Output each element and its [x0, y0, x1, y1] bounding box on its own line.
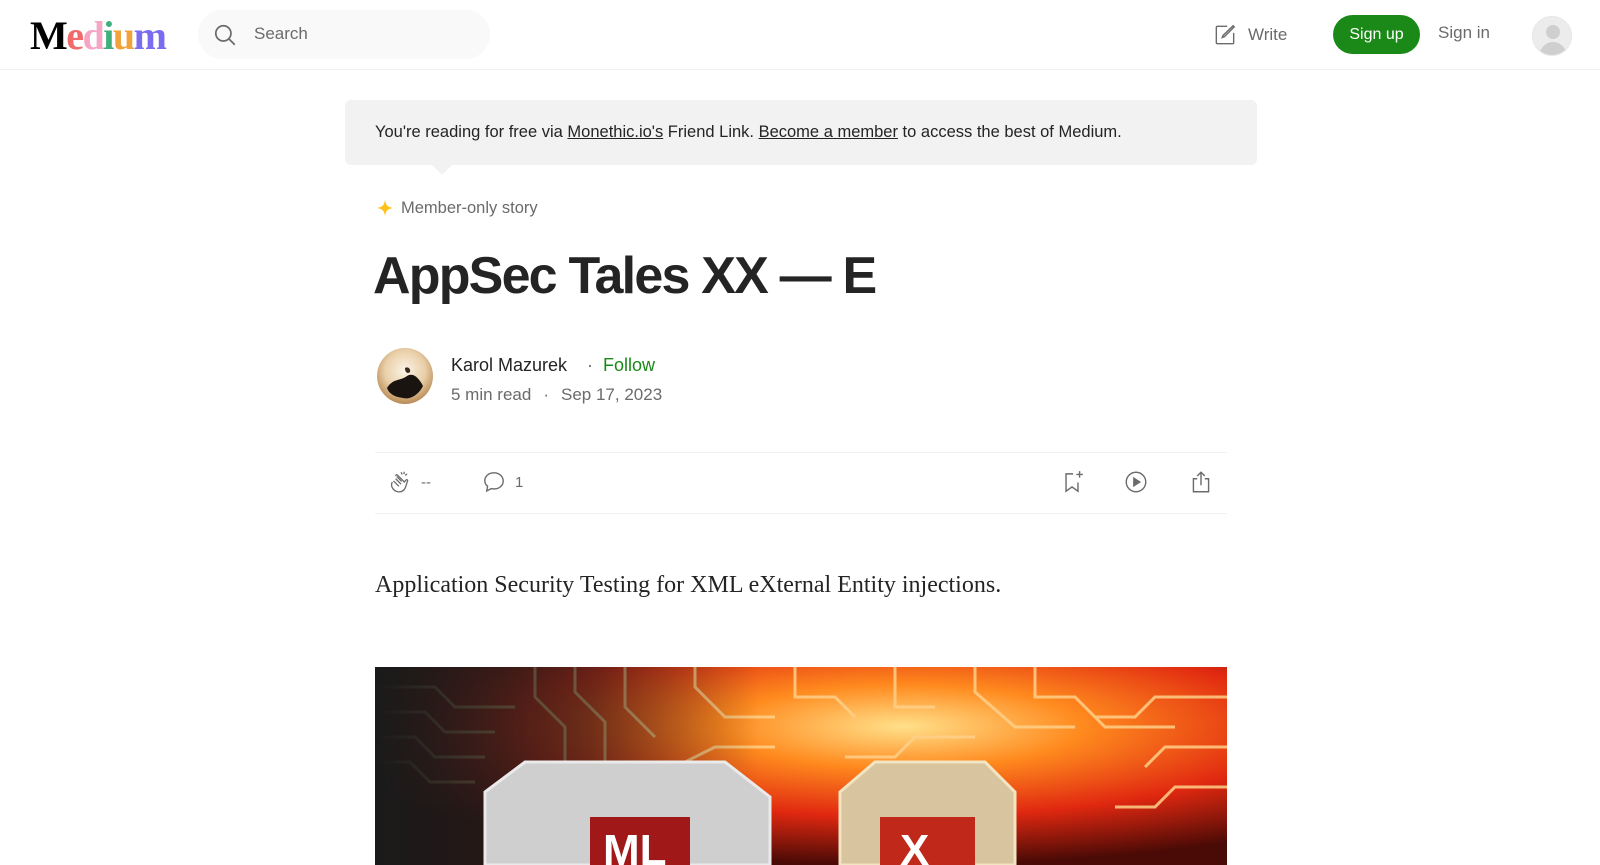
sign-up-button[interactable]: Sign up: [1333, 15, 1420, 54]
medium-logo[interactable]: Medium: [30, 13, 167, 58]
svg-text:X: X: [900, 826, 929, 865]
write-icon: [1215, 24, 1236, 45]
separator-dot: ·: [543, 385, 549, 404]
comment-icon: [484, 472, 504, 493]
bookmark-icon: [1065, 471, 1083, 493]
play-icon: [1125, 471, 1147, 493]
member-only-text: Member-only story: [401, 198, 538, 217]
comment-count: 1: [515, 473, 524, 491]
banner-prefix: You're reading for free via: [375, 123, 568, 141]
article-meta: 5 min read · Sep 17, 2023: [451, 385, 662, 405]
sign-up-label: Sign up: [1349, 25, 1404, 43]
search-box[interactable]: [198, 10, 490, 59]
user-avatar-icon[interactable]: [1532, 16, 1572, 56]
bookmark-button[interactable]: [1059, 469, 1085, 495]
article-action-bar: -- 1: [375, 452, 1227, 514]
comment-button[interactable]: 1: [481, 469, 523, 495]
banner-notch: [432, 155, 452, 175]
hero-image: ML X: [375, 667, 1227, 865]
search-icon: [214, 24, 236, 46]
star-icon: [376, 199, 394, 217]
logo-letter: M: [30, 13, 68, 58]
article-subtitle: Application Security Testing for XML eXt…: [375, 572, 1002, 598]
top-navigation: Medium Write Sign up Sign in: [0, 0, 1600, 70]
become-member-link[interactable]: Become a member: [759, 123, 898, 141]
banner-text: You're reading for free via Monethic.io'…: [375, 123, 1122, 142]
logo-letter: d: [82, 13, 105, 58]
author-name[interactable]: Karol Mazurek: [451, 355, 567, 376]
monethic-link[interactable]: Monethic.io's: [567, 123, 663, 141]
article-title: AppSec Tales XX — E: [373, 247, 877, 305]
logo-letter: u: [112, 13, 135, 58]
search-input[interactable]: [254, 22, 474, 46]
clap-count: --: [421, 473, 431, 491]
clap-button[interactable]: --: [387, 469, 431, 495]
banner-middle: Friend Link.: [663, 123, 759, 141]
logo-letter: e: [66, 13, 84, 58]
separator-dot: ·: [587, 355, 593, 375]
svg-text:ML: ML: [603, 826, 667, 865]
write-button[interactable]: Write: [1212, 20, 1287, 50]
logo-letter: i: [103, 13, 114, 58]
member-only-label: Member-only story: [375, 198, 538, 218]
publish-date: Sep 17, 2023: [561, 385, 663, 404]
friend-link-banner: You're reading for free via Monethic.io'…: [345, 100, 1257, 175]
banner-suffix: to access the best of Medium.: [897, 123, 1122, 141]
follow-button[interactable]: Follow: [603, 355, 655, 376]
listen-button[interactable]: [1123, 469, 1149, 495]
read-time: 5 min read: [451, 385, 532, 404]
share-button[interactable]: [1188, 469, 1214, 495]
logo-letter: m: [133, 13, 167, 58]
sign-in-link[interactable]: Sign in: [1438, 23, 1490, 43]
author-avatar[interactable]: [377, 348, 433, 404]
share-icon: [1192, 471, 1210, 493]
write-label: Write: [1248, 25, 1288, 44]
clap-icon: [390, 471, 409, 493]
